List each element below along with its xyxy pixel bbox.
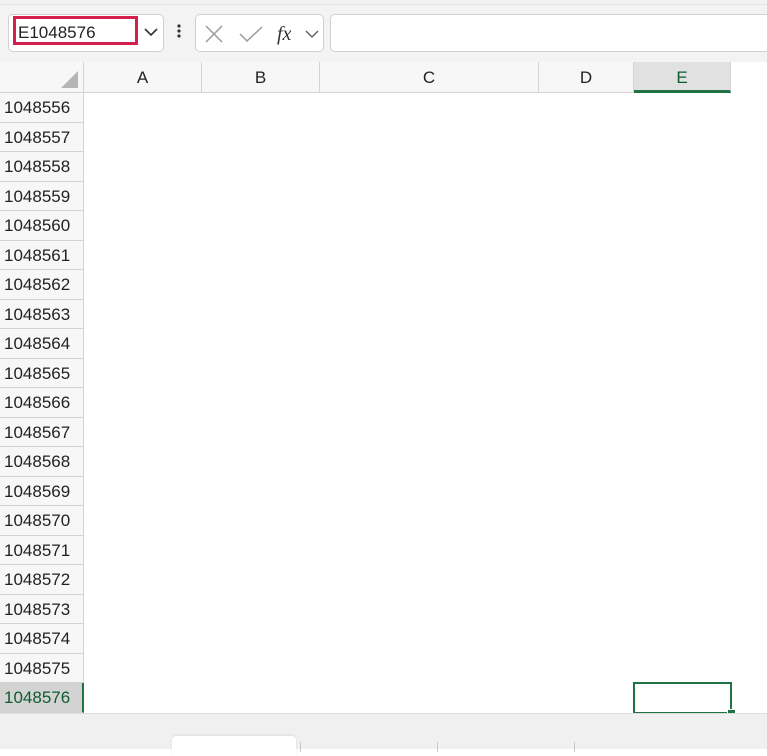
row-header[interactable]: 1048575 [0,653,84,683]
row-header[interactable]: 1048574 [0,624,84,654]
tab-divider [437,742,438,752]
row-header[interactable]: 1048566 [0,388,84,418]
row-header[interactable]: 1048569 [0,476,84,506]
row-header[interactable]: 1048560 [0,211,84,241]
column-header-a[interactable]: A [84,62,202,93]
row-header[interactable]: 1048561 [0,240,84,270]
check-icon[interactable] [238,25,264,43]
formula-buttons: fx [195,14,324,52]
more-vertical-icon[interactable] [174,23,184,43]
row-header[interactable]: 1048567 [0,417,84,447]
active-cell-e1048576[interactable] [633,682,732,714]
formula-bar: E1048576 fx [0,0,767,62]
fx-icon[interactable]: fx [276,22,300,46]
row-header[interactable]: 1048571 [0,535,84,565]
row-header[interactable]: 1048565 [0,358,84,388]
column-header-e[interactable]: E [634,62,731,93]
row-header[interactable]: 1048558 [0,152,84,182]
chevron-down-icon[interactable] [304,27,320,41]
row-header[interactable]: 1048570 [0,506,84,536]
close-icon[interactable] [204,25,224,43]
row-header[interactable]: 1048568 [0,447,84,477]
row-header-selected[interactable]: 1048576 [0,683,84,713]
formula-input[interactable] [330,14,767,52]
row-header[interactable]: 1048572 [0,565,84,595]
column-header-b[interactable]: B [202,62,320,93]
row-header[interactable]: 1048563 [0,299,84,329]
row-header[interactable]: 1048557 [0,122,84,152]
tab-divider [300,742,301,752]
sheet-tab-bar [0,713,767,756]
select-all-button[interactable] [0,62,84,93]
column-header-c[interactable]: C [320,62,539,93]
row-header[interactable]: 1048564 [0,329,84,359]
row-header[interactable]: 1048556 [0,93,84,123]
worksheet-grid[interactable]: A B C D E 1048556 1048557 1048558 104855… [0,62,767,718]
tab-divider [574,742,575,752]
row-header[interactable]: 1048573 [0,594,84,624]
sheet-tab-active[interactable] [172,736,296,756]
column-header-d[interactable]: D [539,62,634,93]
ribbon-edge [0,0,767,5]
chevron-down-icon[interactable] [143,24,159,40]
name-box[interactable]: E1048576 [8,14,164,52]
select-all-triangle-icon [61,71,78,88]
row-header[interactable]: 1048562 [0,270,84,300]
row-header[interactable]: 1048559 [0,181,84,211]
svg-text:fx: fx [277,23,292,45]
name-box-input[interactable]: E1048576 [18,23,96,43]
